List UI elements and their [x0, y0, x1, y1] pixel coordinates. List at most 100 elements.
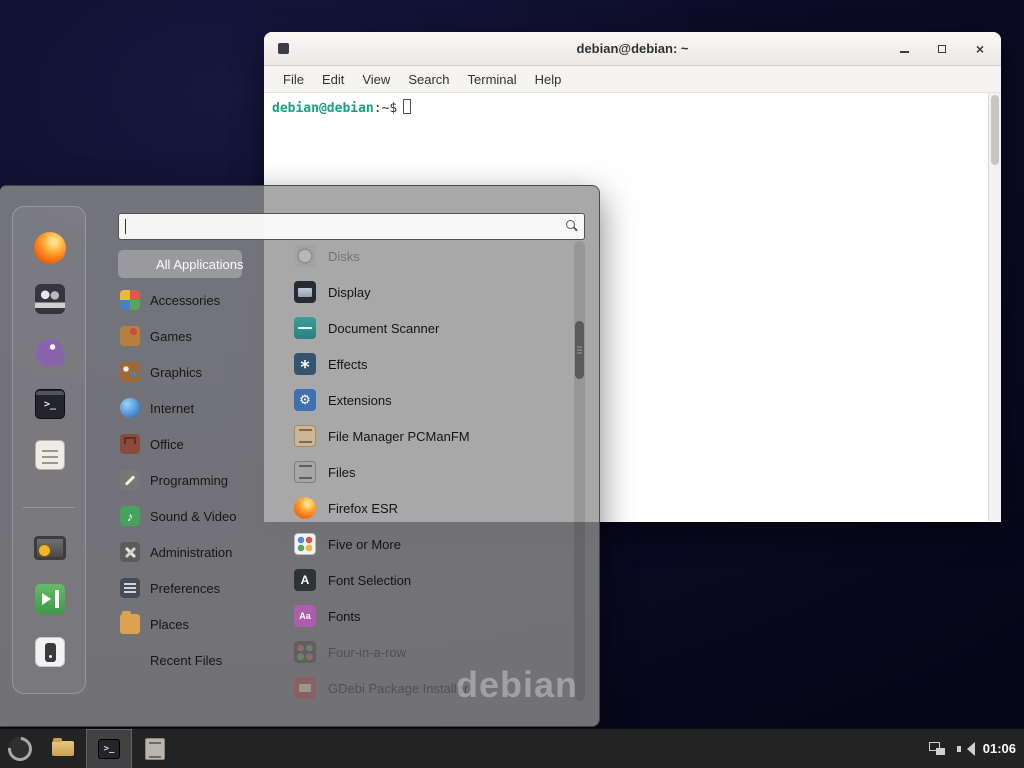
app-font-selection[interactable]: Font Selection: [284, 562, 570, 598]
minimize-button[interactable]: [895, 40, 913, 58]
terminal-icon: [35, 389, 65, 419]
category-label: Internet: [150, 401, 194, 416]
system-tray: 01:06: [929, 729, 1024, 768]
lock-screen-button[interactable]: [30, 528, 70, 568]
app-firefox-esr[interactable]: Firefox ESR: [284, 490, 570, 526]
category-internet[interactable]: Internet: [112, 390, 274, 426]
app-five-or-more[interactable]: Five or More: [284, 526, 570, 562]
taskbar-terminal-button[interactable]: [86, 729, 132, 768]
category-graphics[interactable]: Graphics: [112, 354, 274, 390]
maximize-icon: [938, 45, 946, 53]
graphics-icon: [120, 362, 140, 382]
debian-watermark: debian: [456, 664, 578, 706]
category-places[interactable]: Places: [112, 606, 274, 642]
app-extensions[interactable]: Extensions: [284, 382, 570, 418]
firefox-icon: [294, 497, 316, 519]
category-accessories[interactable]: Accessories: [112, 282, 274, 318]
category-label: Accessories: [150, 293, 220, 308]
category-administration[interactable]: Administration: [112, 534, 274, 570]
category-label: All Applications: [156, 257, 243, 272]
pcmanfm-icon: [294, 425, 316, 447]
menu-file[interactable]: File: [274, 72, 313, 87]
taskbar-files-button[interactable]: [132, 729, 178, 768]
places-icon: [120, 614, 140, 634]
favorite-pidgin[interactable]: [30, 333, 70, 373]
menu-scrollbar-thumb[interactable]: [575, 321, 584, 379]
search-input[interactable]: [119, 214, 584, 239]
menu-button[interactable]: [0, 729, 40, 768]
app-document-scanner[interactable]: Document Scanner: [284, 310, 570, 346]
category-games[interactable]: Games: [112, 318, 274, 354]
category-label: Preferences: [150, 581, 220, 596]
terminal-prompt-line: debian@debian:~$: [264, 93, 1001, 122]
app-files[interactable]: Files: [284, 454, 570, 490]
category-label: Programming: [150, 473, 228, 488]
preferences-icon: [120, 578, 140, 598]
terminal-scrollbar[interactable]: [988, 93, 1001, 521]
favorite-firefox[interactable]: [30, 228, 70, 268]
file-manager-icon: [52, 741, 74, 756]
maximize-button[interactable]: [933, 40, 951, 58]
category-all-applications[interactable]: All Applications: [118, 250, 242, 278]
category-label: Places: [150, 617, 189, 632]
category-label: Games: [150, 329, 192, 344]
menu-scrollbar[interactable]: [574, 241, 585, 701]
close-button[interactable]: ×: [971, 40, 989, 58]
application-list: Disks Display Document Scanner Effects E…: [284, 238, 570, 706]
pidgin-icon: [34, 337, 66, 369]
clock[interactable]: 01:06: [983, 741, 1016, 756]
taskbar: 01:06: [0, 728, 1024, 768]
lock-screen-icon: [34, 536, 66, 560]
menu-help[interactable]: Help: [526, 72, 571, 87]
category-preferences[interactable]: Preferences: [112, 570, 274, 606]
favorite-terminal[interactable]: [30, 384, 70, 424]
category-label: Sound & Video: [150, 509, 237, 524]
five-or-more-icon: [294, 533, 316, 555]
menu-terminal[interactable]: Terminal: [459, 72, 526, 87]
gdebi-icon: [294, 677, 316, 699]
menu-view[interactable]: View: [353, 72, 399, 87]
font-selection-icon: [294, 569, 316, 591]
shutdown-button[interactable]: [30, 632, 70, 672]
office-icon: [120, 434, 140, 454]
favorite-users[interactable]: [30, 279, 70, 319]
app-label: Disks: [328, 249, 360, 264]
disks-icon: [294, 245, 316, 267]
games-icon: [120, 326, 140, 346]
extensions-icon: [294, 389, 316, 411]
category-office[interactable]: Office: [112, 426, 274, 462]
app-display[interactable]: Display: [284, 274, 570, 310]
terminal-scrollbar-thumb[interactable]: [991, 95, 999, 165]
taskbar-file-manager-button[interactable]: [40, 729, 86, 768]
terminal-icon: [98, 739, 120, 759]
effects-icon: [294, 353, 316, 375]
internet-icon: [120, 398, 140, 418]
category-sound-video[interactable]: Sound & Video: [112, 498, 274, 534]
software-icon: [35, 440, 65, 470]
category-programming[interactable]: Programming: [112, 462, 274, 498]
log-out-icon: [35, 584, 65, 614]
favorites-divider: [23, 507, 75, 508]
app-disks[interactable]: Disks: [284, 238, 570, 274]
volume-icon[interactable]: [957, 742, 971, 756]
menu-search[interactable]: Search: [399, 72, 458, 87]
terminal-window-icon: [278, 43, 289, 54]
menu-edit[interactable]: Edit: [313, 72, 353, 87]
favorite-software[interactable]: [30, 435, 70, 475]
category-recent-files[interactable]: Recent Files: [112, 642, 274, 678]
log-out-button[interactable]: [30, 579, 70, 619]
app-effects[interactable]: Effects: [284, 346, 570, 382]
app-fonts[interactable]: Fonts: [284, 598, 570, 634]
app-label: File Manager PCManFM: [328, 429, 470, 444]
network-icon[interactable]: [929, 742, 945, 755]
app-label: Firefox ESR: [328, 501, 398, 516]
window-controls: ×: [895, 32, 989, 65]
terminal-titlebar[interactable]: debian@debian: ~ ×: [264, 32, 1001, 66]
app-label: Fonts: [328, 609, 361, 624]
administration-icon: [120, 542, 140, 562]
shutdown-icon: [35, 637, 65, 667]
app-file-manager-pcmanfm[interactable]: File Manager PCManFM: [284, 418, 570, 454]
prompt-path: :~$: [374, 101, 397, 116]
category-label: Graphics: [150, 365, 202, 380]
document-scanner-icon: [294, 317, 316, 339]
